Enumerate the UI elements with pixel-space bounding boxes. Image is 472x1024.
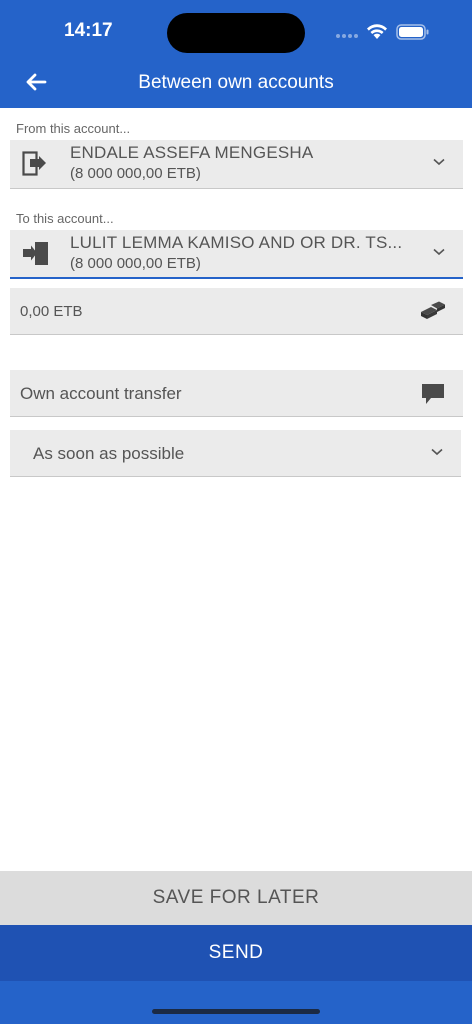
description-value: Own account transfer <box>20 384 182 403</box>
from-account-balance: (8 000 000,00 ETB) <box>70 165 201 182</box>
account-in-icon <box>23 242 48 265</box>
schedule-select[interactable]: As soon as possible <box>10 430 461 477</box>
from-account-name: ENDALE ASSEFA MENGESHA <box>70 143 314 162</box>
send-button[interactable]: SEND <box>0 925 472 981</box>
chevron-down-icon <box>431 448 443 456</box>
dynamic-island <box>167 13 305 53</box>
chevron-down-icon <box>433 248 445 256</box>
app-header: 14:17 Between own accounts <box>0 0 472 108</box>
wifi-icon <box>367 24 387 39</box>
to-account-label: To this account... <box>16 211 114 226</box>
money-icon <box>421 301 445 319</box>
description-field[interactable]: Own account transfer <box>10 370 463 417</box>
home-indicator[interactable] <box>152 1009 320 1014</box>
status-time: 14:17 <box>64 20 113 41</box>
battery-icon <box>396 24 429 40</box>
chevron-down-icon <box>433 158 445 166</box>
account-out-icon <box>22 151 46 176</box>
cellular-signal-icon <box>336 34 360 52</box>
save-for-later-button[interactable]: SAVE FOR LATER <box>0 871 472 925</box>
to-account-select[interactable]: LULIT LEMMA KAMISO AND OR DR. TS... (8 0… <box>10 230 463 279</box>
to-account-balance: (8 000 000,00 ETB) <box>70 255 201 272</box>
from-account-select[interactable]: ENDALE ASSEFA MENGESHA (8 000 000,00 ETB… <box>10 140 463 189</box>
page-title: Between own accounts <box>138 72 334 93</box>
to-account-name: LULIT LEMMA KAMISO AND OR DR. TS... <box>70 233 403 252</box>
amount-value: 0,00 ETB <box>20 303 83 320</box>
amount-field[interactable]: 0,00 ETB <box>10 288 463 335</box>
from-account-label: From this account... <box>16 121 131 136</box>
schedule-value: As soon as possible <box>33 444 185 463</box>
bottom-bar <box>0 981 472 1024</box>
comment-icon <box>422 384 444 404</box>
